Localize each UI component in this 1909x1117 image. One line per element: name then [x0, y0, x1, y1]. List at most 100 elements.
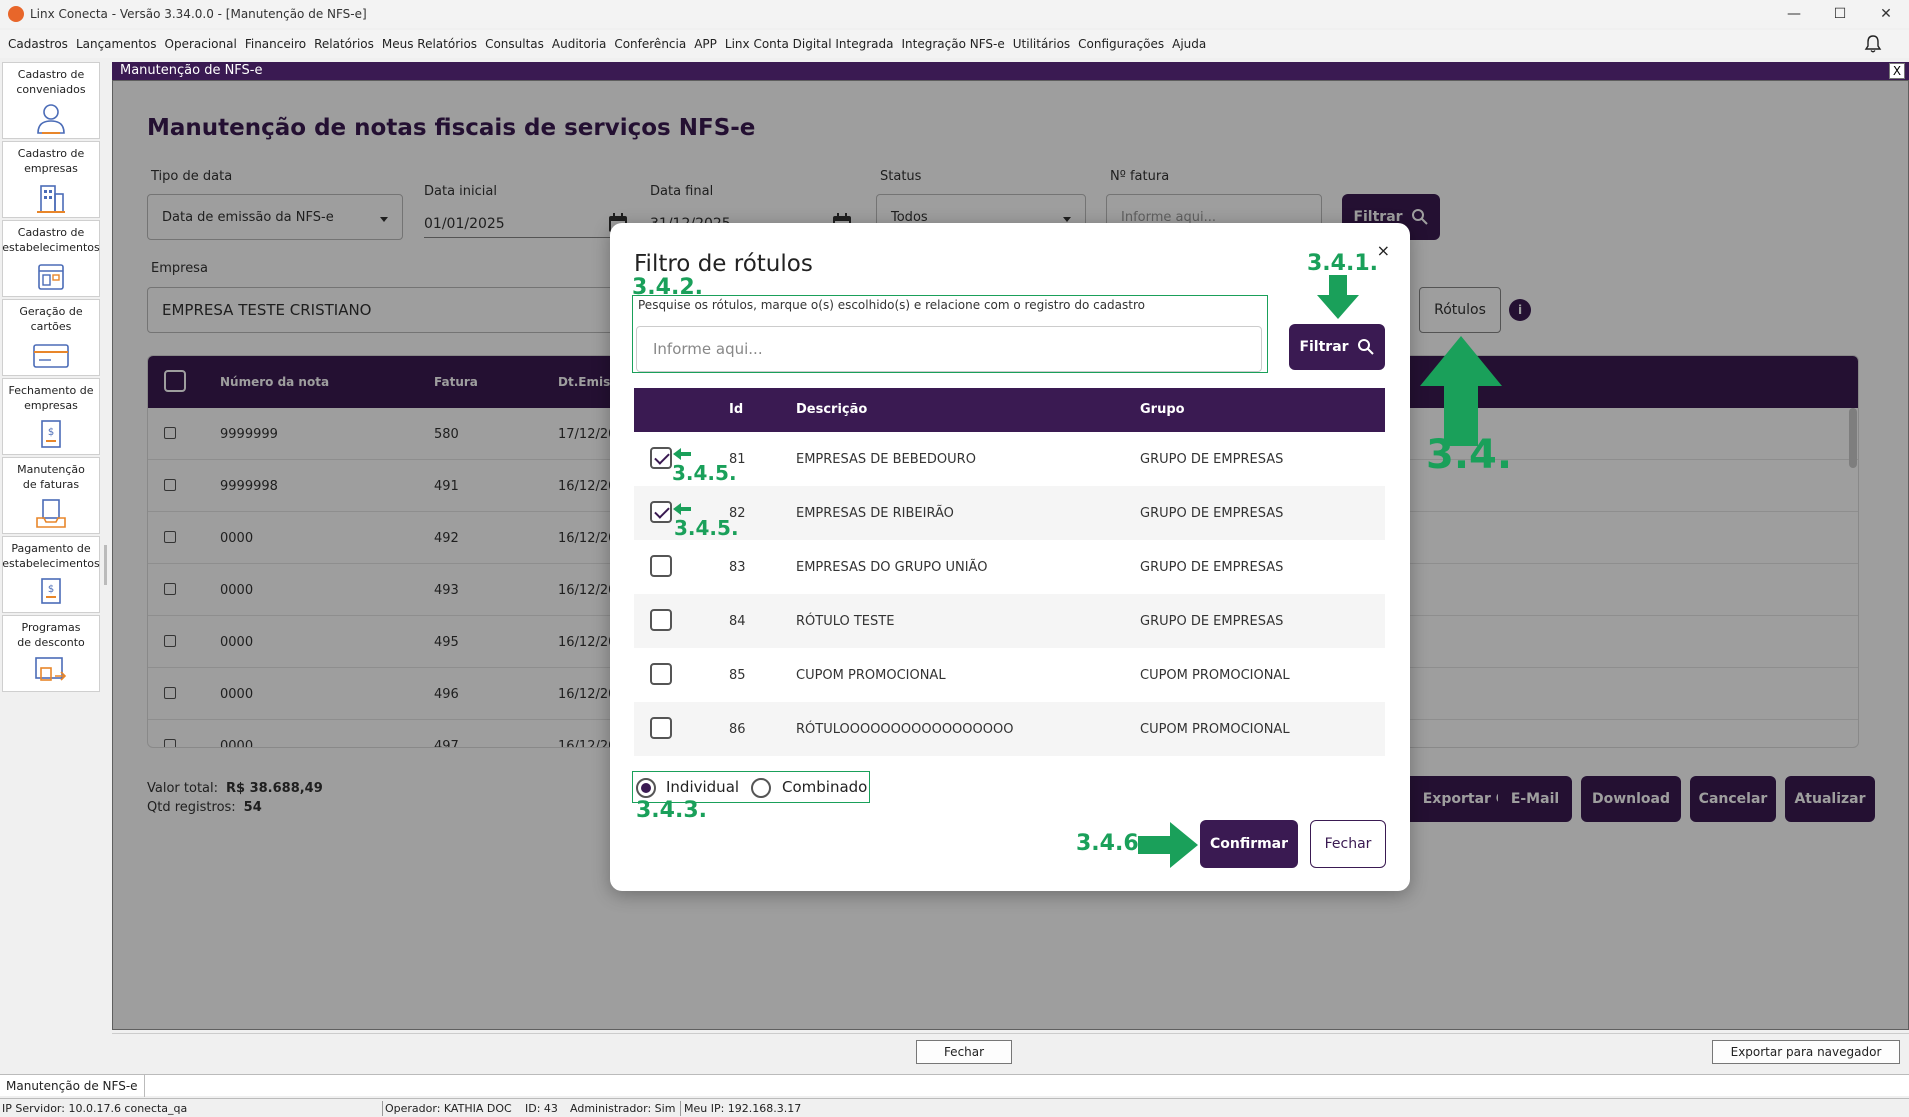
status-operador: Operador: KATHIA DOC	[385, 1102, 512, 1115]
minimize-button[interactable]: —	[1771, 0, 1817, 28]
row-checkbox-checked[interactable]	[650, 447, 672, 469]
table-row[interactable]: 83 EMPRESAS DO GRUPO UNIÃO GRUPO DE EMPR…	[634, 540, 1385, 594]
sidebar-item-faturas[interactable]: Manutenção de faturas	[2, 457, 100, 534]
discount-icon	[35, 657, 67, 681]
annotation-arrow-left-icon	[673, 503, 691, 515]
bottom-bar: Fechar Exportar para navegador	[112, 1033, 1909, 1069]
fechar-modal-button[interactable]: Fechar	[1310, 820, 1386, 868]
menu-utilitarios[interactable]: Utilitários	[1013, 37, 1070, 51]
annotation-3-4-1: 3.4.1.	[1307, 251, 1378, 276]
app-logo-icon	[8, 6, 24, 22]
status-ip: Meu IP: 192.168.3.17	[684, 1102, 802, 1115]
sidebar-item-empresas[interactable]: Cadastro de empresas	[2, 141, 100, 218]
invoice-icon: $	[41, 420, 61, 448]
table-row[interactable]: 84 RÓTULO TESTE GRUPO DE EMPRESAS	[634, 594, 1385, 648]
panel-header-title: Manutenção de NFS-e	[120, 63, 263, 78]
status-bar: IP Servidor: 10.0.17.6 conecta_qa Operad…	[0, 1098, 1909, 1117]
menu-app[interactable]: APP	[694, 37, 717, 51]
tray-icon	[36, 499, 66, 528]
svg-text:$: $	[48, 427, 54, 438]
radio-individual[interactable]	[636, 778, 656, 798]
card-icon	[33, 344, 69, 368]
rotulos-table: Id Descrição Grupo 81 EMPRESAS DE BEBEDO…	[634, 388, 1385, 756]
menu-lancamentos[interactable]: Lançamentos	[76, 37, 157, 51]
menu-bar: Cadastros Lançamentos Operacional Financ…	[0, 30, 1909, 58]
svg-text:$: $	[48, 584, 54, 595]
sidebar-item-fechamento[interactable]: Fechamento de empresas $	[2, 378, 100, 455]
sidebar: Cadastro de conveniados Cadastro de empr…	[0, 62, 102, 1072]
user-icon	[37, 104, 65, 134]
bell-icon[interactable]	[1863, 34, 1883, 54]
menu-financeiro[interactable]: Financeiro	[245, 37, 306, 51]
building-icon	[37, 185, 65, 213]
confirmar-button[interactable]: Confirmar	[1200, 820, 1298, 868]
annotation-3-4: 3.4.	[1426, 432, 1513, 478]
menu-ajuda[interactable]: Ajuda	[1172, 37, 1206, 51]
annotation-3-4-3: 3.4.3.	[636, 798, 707, 823]
radio-combinado[interactable]	[751, 778, 771, 798]
row-checkbox[interactable]	[650, 555, 672, 577]
col-id: Id	[729, 402, 744, 417]
status-servidor: IP Servidor: 10.0.17.6 conecta_qa	[2, 1102, 188, 1115]
status-id: ID: 43	[525, 1102, 558, 1115]
search-hint: Pesquise os rótulos, marque o(s) escolhi…	[638, 298, 1145, 312]
sidebar-item-conveniados[interactable]: Cadastro de conveniados	[2, 62, 100, 139]
menu-relatorios[interactable]: Relatórios	[314, 37, 374, 51]
sidebar-item-estabelecimentos[interactable]: Cadastro de estabelecimentos	[2, 220, 100, 297]
col-descricao: Descrição	[796, 402, 868, 417]
radio-combinado-label: Combinado	[782, 778, 868, 796]
menu-operacional[interactable]: Operacional	[165, 37, 237, 51]
table-row[interactable]: 82 EMPRESAS DE RIBEIRÃO GRUPO DE EMPRESA…	[634, 486, 1385, 540]
menu-conferencia[interactable]: Conferência	[614, 37, 686, 51]
exportar-navegador-button[interactable]: Exportar para navegador	[1712, 1040, 1900, 1064]
annotation-3-4-6: 3.4.6.	[1076, 831, 1147, 856]
annotation-3-4-2: 3.4.2.	[632, 275, 703, 300]
menu-configuracoes[interactable]: Configurações	[1078, 37, 1164, 51]
annotation-arrow-right-icon	[1138, 822, 1198, 868]
menu-meus-relatorios[interactable]: Meus Relatórios	[382, 37, 477, 51]
annotation-3-4-5-b: 3.4.5.	[674, 516, 739, 540]
menu-integracao-nfse[interactable]: Integração NFS-e	[902, 37, 1005, 51]
modal-title: Filtro de rótulos	[634, 251, 813, 277]
sidebar-item-cartoes[interactable]: Geração de cartões	[2, 299, 100, 376]
menu-auditoria[interactable]: Auditoria	[552, 37, 606, 51]
col-grupo: Grupo	[1140, 402, 1185, 417]
status-separator	[382, 1101, 383, 1116]
rotulo-search-input[interactable]: Informe aqui...	[636, 326, 1262, 372]
maximize-button[interactable]: ☐	[1817, 0, 1863, 28]
tab-manutencao-nfse[interactable]: Manutenção de NFS-e	[0, 1075, 145, 1097]
row-checkbox-checked[interactable]	[650, 501, 672, 523]
window-titlebar: Linx Conecta - Versão 3.34.0.0 - [Manute…	[0, 0, 1909, 28]
sidebar-item-descontos[interactable]: Programas de desconto	[2, 615, 100, 692]
filtro-rotulos-modal: Filtro de rótulos × Pesquise os rótulos,…	[610, 223, 1410, 891]
annotation-arrow-up-icon	[1420, 336, 1502, 446]
close-window-button[interactable]: ✕	[1863, 0, 1909, 28]
menu-consultas[interactable]: Consultas	[485, 37, 544, 51]
row-checkbox[interactable]	[650, 609, 672, 631]
panel-close-button[interactable]: X	[1889, 63, 1905, 79]
modal-filtrar-button[interactable]: Filtrar	[1289, 324, 1385, 370]
table-row[interactable]: 81 EMPRESAS DE BEBEDOURO GRUPO DE EMPRES…	[634, 432, 1385, 486]
rotulos-table-header: Id Descrição Grupo	[634, 388, 1385, 432]
annotation-3-4-5: 3.4.5.	[672, 461, 737, 485]
payment-icon: $	[41, 578, 61, 604]
radio-individual-label: Individual	[666, 778, 740, 796]
menu-conta-digital[interactable]: Linx Conta Digital Integrada	[725, 37, 894, 51]
status-separator	[680, 1101, 681, 1116]
table-row[interactable]: 85 CUPOM PROMOCIONAL CUPOM PROMOCIONAL	[634, 648, 1385, 702]
panel-header: Manutenção de NFS-e X	[112, 62, 1909, 80]
table-row[interactable]: 86 RÓTULOOOOOOOOOOOOOOOOO CUPOM PROMOCIO…	[634, 702, 1385, 756]
row-checkbox[interactable]	[650, 717, 672, 739]
row-checkbox[interactable]	[650, 663, 672, 685]
annotation-arrow-down-icon	[1317, 275, 1359, 319]
search-icon	[1357, 339, 1374, 355]
status-admin: Administrador: Sim	[570, 1102, 676, 1115]
store-icon	[38, 264, 64, 290]
fechar-bottom-button[interactable]: Fechar	[916, 1040, 1012, 1064]
sidebar-splitter[interactable]	[104, 545, 107, 585]
window-tabstrip: Manutenção de NFS-e	[0, 1074, 1909, 1097]
sidebar-item-pagamento[interactable]: Pagamento de estabelecimentos $	[2, 536, 100, 613]
modal-close-icon[interactable]: ×	[1377, 241, 1390, 260]
menu-cadastros[interactable]: Cadastros	[8, 37, 68, 51]
window-title: Linx Conecta - Versão 3.34.0.0 - [Manute…	[30, 7, 367, 21]
